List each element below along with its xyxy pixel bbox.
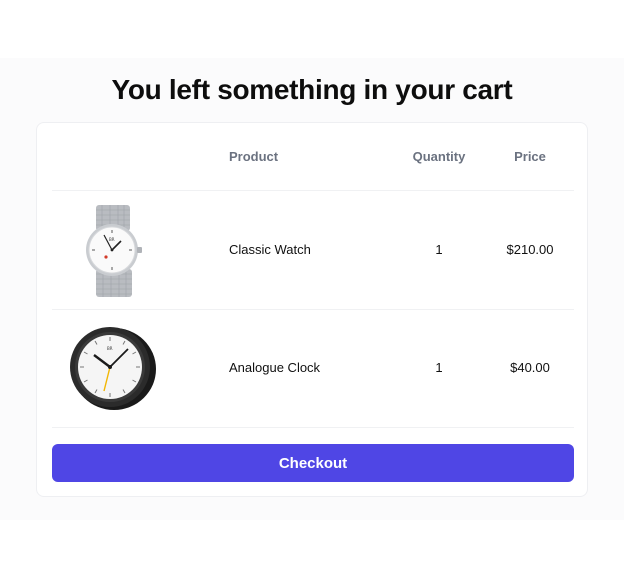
table-header: Product Quantity Price <box>52 123 574 191</box>
wristwatch-image: BR <box>86 205 142 297</box>
svg-text:BR: BR <box>107 346 113 351</box>
column-header-product: Product <box>229 149 279 164</box>
svg-text:BR: BR <box>109 237 115 242</box>
product-name: Analogue Clock <box>229 360 321 375</box>
product-quantity: 1 <box>435 360 443 375</box>
product-price: $40.00 <box>510 360 550 375</box>
column-header-price: Price <box>514 149 546 164</box>
table-row: BR Analogue Clock 1 $40.00 <box>52 309 574 428</box>
column-header-quantity: Quantity <box>412 149 466 164</box>
product-name: Classic Watch <box>229 242 311 257</box>
alarm-clock-image: BR <box>70 327 156 410</box>
cart-card: Product Quantity Price BR Classic Watch … <box>36 122 588 497</box>
product-price: $210.00 <box>506 242 554 257</box>
page-title: You left something in your cart <box>111 74 513 105</box>
checkout-button[interactable]: Checkout <box>52 444 574 482</box>
product-quantity: 1 <box>435 242 443 257</box>
table-row: BR Classic Watch 1 $210.00 <box>52 191 574 310</box>
